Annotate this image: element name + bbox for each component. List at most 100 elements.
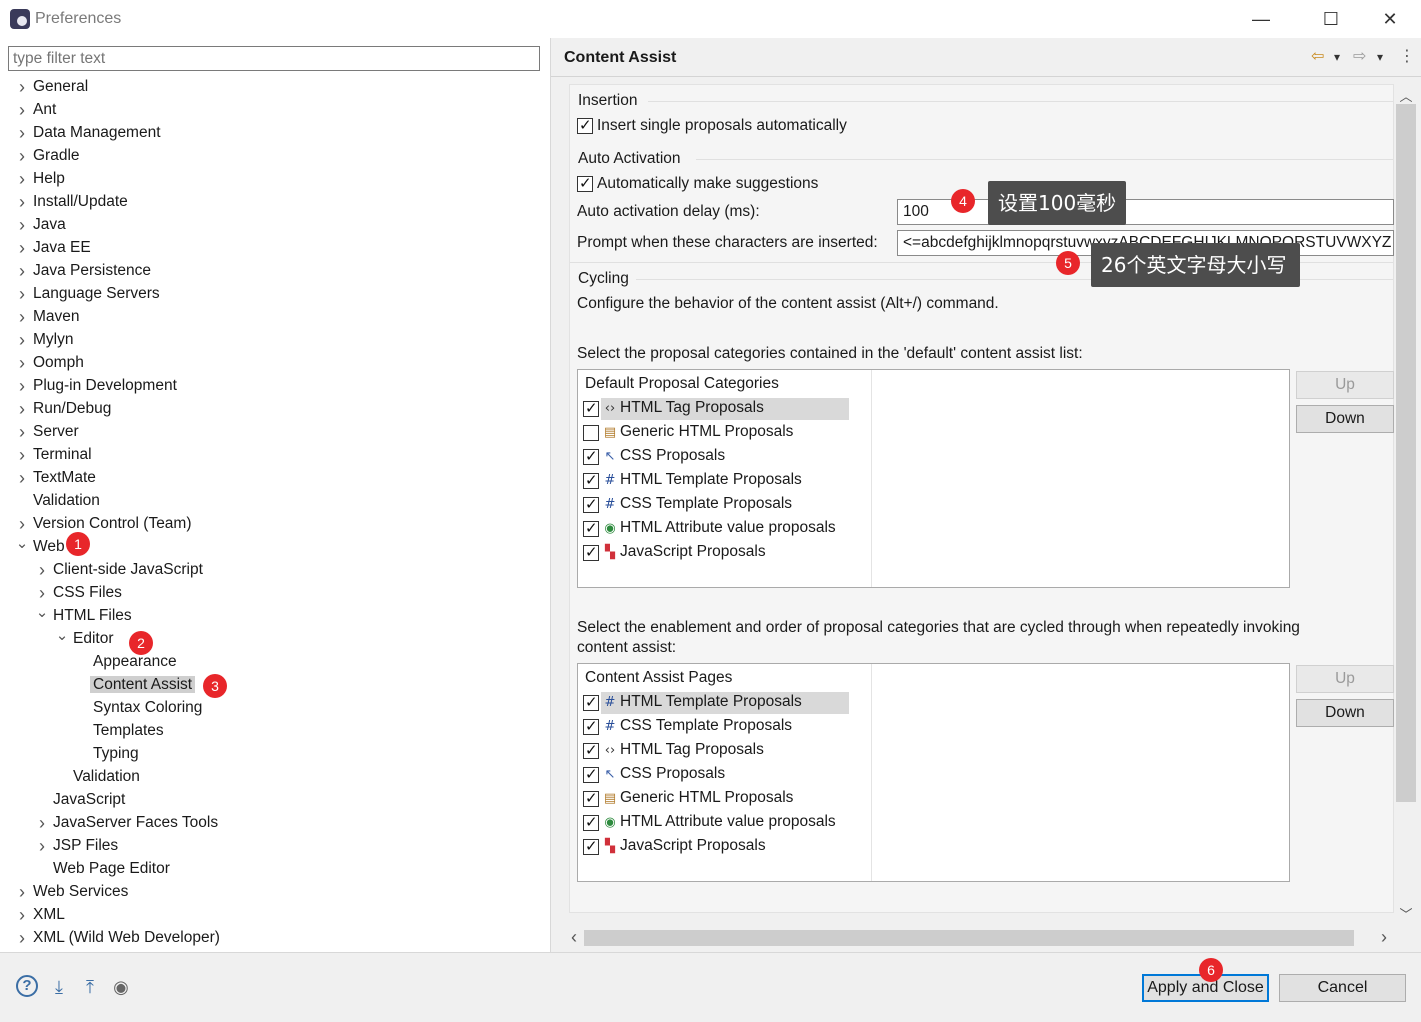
tree-item[interactable]: › General bbox=[14, 76, 91, 98]
export-icon[interactable]: ⤒ bbox=[78, 975, 102, 999]
default-down-button[interactable]: Down bbox=[1296, 405, 1394, 433]
filter-input[interactable] bbox=[8, 46, 540, 71]
proposal-checkbox[interactable] bbox=[583, 425, 599, 441]
tree-item[interactable]: Syntax Coloring bbox=[74, 697, 205, 719]
tree-item[interactable]: Content Assist bbox=[74, 674, 196, 696]
tree-item[interactable]: Validation bbox=[14, 490, 103, 512]
chevron-right-icon[interactable]: › bbox=[14, 421, 30, 443]
tree-item[interactable]: Appearance bbox=[74, 651, 180, 673]
insert-single-checkbox[interactable] bbox=[577, 116, 593, 134]
tree-item[interactable]: › Server bbox=[14, 421, 82, 443]
import-icon[interactable]: ⤓ bbox=[47, 975, 71, 999]
proposal-checkbox[interactable] bbox=[583, 813, 599, 831]
chevron-right-icon[interactable]: › bbox=[34, 835, 50, 857]
chevron-right-icon[interactable]: › bbox=[34, 812, 50, 834]
chevron-right-icon[interactable] bbox=[34, 858, 50, 880]
make-suggestions-checkbox[interactable] bbox=[577, 174, 593, 192]
tree-item[interactable]: JavaScript bbox=[34, 789, 128, 811]
chevron-right-icon[interactable]: › bbox=[14, 352, 30, 374]
maximize-button[interactable]: ☐ bbox=[1308, 4, 1354, 34]
scroll-left-icon[interactable]: ‹ bbox=[566, 927, 582, 948]
forward-arrow-icon[interactable]: ⇨ bbox=[1353, 46, 1366, 68]
chevron-right-icon[interactable]: › bbox=[14, 927, 30, 949]
proposal-checkbox[interactable] bbox=[583, 837, 599, 855]
tree-item[interactable]: Typing bbox=[74, 743, 142, 765]
chevron-right-icon[interactable] bbox=[34, 789, 50, 811]
tree-item[interactable]: ⌄ HTML Files bbox=[34, 605, 135, 627]
list-item[interactable]: # CSS Template Proposals bbox=[579, 494, 869, 516]
tree-item[interactable]: › Maven bbox=[14, 306, 83, 328]
chevron-right-icon[interactable]: › bbox=[14, 375, 30, 397]
chevron-right-icon[interactable]: › bbox=[14, 260, 30, 282]
list-item[interactable]: ▤Generic HTML Proposals bbox=[579, 788, 869, 810]
chevron-right-icon[interactable]: › bbox=[14, 76, 30, 98]
tree-item[interactable]: › Gradle bbox=[14, 145, 83, 167]
tree-item[interactable]: › Install/Update bbox=[14, 191, 131, 213]
tree-item[interactable]: ⌄ Web bbox=[14, 536, 68, 558]
proposal-checkbox[interactable] bbox=[583, 495, 599, 513]
proposal-checkbox[interactable] bbox=[583, 717, 599, 735]
minimize-button[interactable]: — bbox=[1238, 4, 1284, 34]
back-menu-icon[interactable]: ▾ bbox=[1334, 46, 1340, 68]
tree-item[interactable]: › Language Servers bbox=[14, 283, 163, 305]
list-item[interactable]: ‹› HTML Tag Proposals bbox=[579, 398, 869, 420]
chevron-right-icon[interactable]: › bbox=[14, 329, 30, 351]
list-item[interactable]: # HTML Template Proposals bbox=[579, 692, 869, 714]
cycle-up-button[interactable]: Up bbox=[1296, 665, 1394, 693]
chevron-right-icon[interactable] bbox=[54, 766, 70, 788]
chevron-right-icon[interactable]: › bbox=[14, 881, 30, 903]
tree-item[interactable]: › TextMate bbox=[14, 467, 99, 489]
tree-item[interactable]: Templates bbox=[74, 720, 167, 742]
chevron-right-icon[interactable]: › bbox=[14, 467, 30, 489]
list-item[interactable]: ↖ CSS Proposals bbox=[579, 446, 869, 468]
chevron-down-icon[interactable]: ⌄ bbox=[14, 536, 30, 558]
chevron-right-icon[interactable] bbox=[74, 651, 90, 673]
chevron-right-icon[interactable] bbox=[74, 720, 90, 742]
proposal-checkbox[interactable] bbox=[583, 741, 599, 759]
tree-item[interactable]: ⌄ Editor bbox=[54, 628, 117, 650]
tree-item[interactable]: › Java bbox=[14, 214, 69, 236]
tree-item[interactable]: › CSS Files bbox=[34, 582, 125, 604]
tree-item[interactable]: › Terminal bbox=[14, 444, 95, 466]
list-item[interactable]: ◉ HTML Attribute value proposals bbox=[579, 518, 869, 540]
tree-item[interactable]: › JavaServer Faces Tools bbox=[34, 812, 221, 834]
proposal-checkbox[interactable] bbox=[583, 693, 599, 711]
cycle-down-button[interactable]: Down bbox=[1296, 699, 1394, 727]
tree-item[interactable]: Validation bbox=[54, 766, 143, 788]
tree-item[interactable]: › Plug-in Development bbox=[14, 375, 180, 397]
proposal-checkbox[interactable] bbox=[583, 543, 599, 561]
cancel-button[interactable]: Cancel bbox=[1279, 974, 1406, 1002]
chevron-right-icon[interactable] bbox=[74, 697, 90, 719]
chevron-right-icon[interactable] bbox=[74, 743, 90, 765]
proposal-checkbox[interactable] bbox=[583, 519, 599, 537]
tree-item[interactable]: › Data Management bbox=[14, 122, 164, 144]
proposal-checkbox[interactable] bbox=[583, 765, 599, 783]
more-options-icon[interactable]: ⋮ bbox=[1399, 46, 1415, 68]
chevron-right-icon[interactable]: › bbox=[14, 145, 30, 167]
proposal-checkbox[interactable] bbox=[583, 399, 599, 417]
chevron-right-icon[interactable] bbox=[74, 674, 90, 696]
chevron-right-icon[interactable]: › bbox=[14, 168, 30, 190]
chevron-right-icon[interactable]: › bbox=[14, 214, 30, 236]
chevron-right-icon[interactable]: › bbox=[34, 559, 50, 581]
chevron-right-icon[interactable]: › bbox=[14, 904, 30, 926]
tree-item[interactable]: › JSP Files bbox=[34, 835, 121, 857]
chevron-right-icon[interactable]: › bbox=[34, 582, 50, 604]
list-item[interactable]: ‹› HTML Tag Proposals bbox=[579, 740, 869, 762]
help-icon[interactable]: ? bbox=[16, 975, 38, 997]
back-arrow-icon[interactable]: ⇦ bbox=[1311, 46, 1324, 68]
scroll-down-icon[interactable]: ﹀ bbox=[1398, 904, 1414, 923]
tree-item[interactable]: › Mylyn bbox=[14, 329, 76, 351]
tree-item[interactable]: › XML (Wild Web Developer) bbox=[14, 927, 223, 949]
proposal-checkbox[interactable] bbox=[583, 447, 599, 465]
chevron-right-icon[interactable]: › bbox=[14, 237, 30, 259]
list-item[interactable]: ▤Generic HTML Proposals bbox=[579, 422, 869, 444]
chevron-right-icon[interactable]: › bbox=[14, 444, 30, 466]
tree-item[interactable]: › Java EE bbox=[14, 237, 94, 259]
vertical-scroll-thumb[interactable] bbox=[1396, 104, 1416, 802]
chevron-right-icon[interactable]: › bbox=[14, 398, 30, 420]
tree-item[interactable]: › Help bbox=[14, 168, 68, 190]
proposal-checkbox[interactable] bbox=[583, 471, 599, 489]
chevron-down-icon[interactable]: ⌄ bbox=[54, 628, 70, 650]
tree-item[interactable]: › Web Services bbox=[14, 881, 131, 903]
